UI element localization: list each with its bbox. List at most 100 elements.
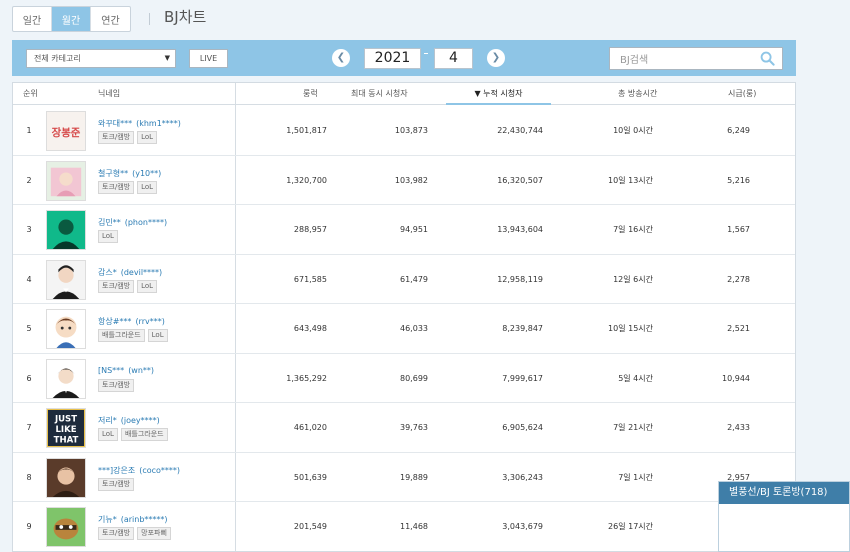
max-viewers: 94,951 xyxy=(400,225,428,234)
category-tag[interactable]: LoL xyxy=(98,230,118,243)
bj-name[interactable]: 항상#*** (rrv***) xyxy=(98,316,165,327)
cumulative-viewers: 7,999,617 xyxy=(502,373,543,383)
cumulative-viewers: 8,239,847 xyxy=(502,324,543,333)
fans-count: 643,498 xyxy=(293,324,327,333)
avatar[interactable]: JUST LIKE THAT xyxy=(46,408,86,448)
cumulative-viewers: 3,043,679 xyxy=(502,522,543,531)
bj-nickname: 감스* xyxy=(98,267,117,277)
category-tags: 토크/캠방 xyxy=(98,477,135,491)
col-fans[interactable]: 룽럭 xyxy=(303,83,318,105)
broadcast-time: 7일 1시간 xyxy=(618,472,653,482)
cumulative-viewers: 6,905,624 xyxy=(502,423,543,432)
category-tag[interactable]: 토크/캠방 xyxy=(98,378,135,392)
avatar[interactable] xyxy=(46,210,86,250)
live-button[interactable]: LIVE xyxy=(189,49,228,68)
fans-count: 461,020 xyxy=(293,423,327,432)
date-separator xyxy=(424,53,428,54)
category-tag[interactable]: 배틀그라운드 xyxy=(98,329,145,342)
rank-number: 2 xyxy=(26,175,32,185)
table-row[interactable]: 6 [NS*** (wn**) 토크/캠방 1,365,292 80,699 7,… xyxy=(13,354,795,403)
hourly-fee: 6,249 xyxy=(727,126,750,135)
year-field[interactable]: 2021 xyxy=(364,48,421,69)
bj-name[interactable]: 감스* (devil****) xyxy=(98,267,162,278)
tab-daily[interactable]: 일간 xyxy=(13,7,52,31)
hourly-fee: 1,567 xyxy=(727,225,750,234)
search-input[interactable] xyxy=(610,50,750,71)
category-tags: 토크/캠방 LoL xyxy=(98,131,158,144)
table-row[interactable]: 1 장봉준 와꾸대*** (khm1****) 토크/캠방 LoL 1,501,8… xyxy=(13,106,795,156)
category-tags: 토크/캠방 xyxy=(98,378,135,392)
category-tag[interactable]: LoL xyxy=(137,180,158,194)
bj-name[interactable]: 김민** (phon****) xyxy=(98,217,167,228)
table-row[interactable]: 5 항상#*** (rrv***) 배틀그라운드 LoL 643,498 46,0… xyxy=(13,304,795,354)
tab-monthly[interactable]: 월간 xyxy=(52,7,91,31)
category-tag[interactable]: 배틀그라운드 xyxy=(120,428,168,441)
tab-yearly[interactable]: 연간 xyxy=(91,7,130,31)
avatar[interactable]: 장봉준 xyxy=(46,111,86,151)
max-viewers: 103,982 xyxy=(394,175,428,185)
category-tags: 토크/캠방 LoL xyxy=(98,180,158,194)
bj-ranking-table: 순위 닉네임 룽럭 최대 동시 시청자 ▼ 누적 시청자 총 방송시간 시급(룽… xyxy=(12,82,796,552)
bj-name[interactable]: [NS*** (wn**) xyxy=(98,366,154,375)
max-viewers: 11,468 xyxy=(400,522,428,531)
table-row[interactable]: 4 감스* (devil****) 토크/캠방 LoL 671,585 61,47… xyxy=(13,255,795,304)
popup-title[interactable]: 별풍선/BJ 토론방(718) xyxy=(719,482,849,504)
category-tag[interactable]: LoL xyxy=(137,279,158,293)
avatar[interactable] xyxy=(46,259,86,300)
category-tag[interactable]: 망포파삐 xyxy=(137,527,171,540)
avatar[interactable] xyxy=(46,309,86,349)
max-viewers: 19,889 xyxy=(400,472,428,482)
fans-count: 1,501,817 xyxy=(286,126,327,135)
category-tag[interactable]: 토크/캠방 xyxy=(98,477,135,491)
avatar[interactable] xyxy=(46,358,86,399)
prev-month-button[interactable]: ❮ xyxy=(332,49,350,67)
hourly-fee: 10,944 xyxy=(722,373,750,383)
col-max-viewers[interactable]: 최대 동시 시청자 xyxy=(351,83,408,105)
category-tag[interactable]: LoL xyxy=(147,329,168,342)
category-tag[interactable]: LoL xyxy=(98,428,118,441)
bj-name[interactable]: 와꾸대*** (khm1****) xyxy=(98,118,181,129)
cumulative-viewers: 22,430,744 xyxy=(497,126,543,135)
col-broadcast-time[interactable]: 총 방송시간 xyxy=(618,83,657,105)
search-icon[interactable] xyxy=(760,51,775,70)
bj-name[interactable]: 기뉴* (arinb*****) xyxy=(98,514,168,525)
cumulative-viewers: 13,943,604 xyxy=(497,225,543,234)
category-tag[interactable]: LoL xyxy=(137,131,158,144)
bj-name[interactable]: ***]강은조 (coco****) xyxy=(98,465,180,476)
col-fee[interactable]: 시급(룽) xyxy=(728,83,756,105)
discussion-popup[interactable]: 별풍선/BJ 토론방(718) xyxy=(718,481,850,552)
bj-id: (arinb*****) xyxy=(120,515,168,524)
cumulative-viewers: 3,306,243 xyxy=(502,472,543,482)
table-row[interactable]: 2 철구형** (y10**) 토크/캠방 LoL 1,320,700 103,9… xyxy=(13,156,795,205)
table-row[interactable]: 9 기뉴* (arinb*****) 토크/캠방 망포파삐 201,549 11,… xyxy=(13,502,795,551)
avatar[interactable] xyxy=(46,160,86,201)
category-select[interactable]: 전체 카테고리 ▼ xyxy=(26,49,176,68)
table-row[interactable]: 7 JUST LIKE THAT 저리* (joey****) LoL 배틀그라운드 … xyxy=(13,403,795,453)
max-viewers: 46,033 xyxy=(400,324,428,333)
rank-number: 9 xyxy=(26,522,32,531)
col-cumulative-viewers[interactable]: ▼ 누적 시청자 xyxy=(446,83,551,105)
broadcast-time: 7일 16시간 xyxy=(613,225,653,234)
next-month-button[interactable]: ❯ xyxy=(487,49,505,67)
chevron-down-icon: ▼ xyxy=(164,54,170,62)
broadcast-time: 7일 21시간 xyxy=(613,423,653,432)
bj-name[interactable]: 철구형** (y10**) xyxy=(98,168,161,179)
category-tag[interactable]: 토크/캠방 xyxy=(98,527,135,540)
table-header: 순위 닉네임 룽럭 최대 동시 시청자 ▼ 누적 시청자 총 방송시간 시급(룽… xyxy=(13,83,795,105)
category-tag[interactable]: 토크/캠방 xyxy=(98,131,135,144)
month-field[interactable]: 4 xyxy=(434,48,473,69)
bj-id: (joey****) xyxy=(120,416,160,425)
bj-id: (wn**) xyxy=(128,365,155,375)
category-tag[interactable]: 토크/캠방 xyxy=(98,279,135,293)
filter-toolbar: 전체 카테고리 ▼ LIVE ❮ 2021 4 ❯ xyxy=(12,40,796,76)
fans-count: 1,365,292 xyxy=(286,373,327,383)
avatar[interactable] xyxy=(46,457,86,498)
broadcast-time: 26일 17시간 xyxy=(608,522,653,531)
hourly-fee: 2,278 xyxy=(727,274,750,284)
table-row[interactable]: 8 ***]강은조 (coco****) 토크/캠방 501,639 19,889… xyxy=(13,453,795,502)
table-row[interactable]: 3 김민** (phon****) LoL 288,957 94,951 13,9… xyxy=(13,205,795,255)
bj-name[interactable]: 저리* (joey****) xyxy=(98,415,160,426)
avatar[interactable] xyxy=(46,507,86,547)
hourly-fee: 2,521 xyxy=(727,324,750,333)
category-tag[interactable]: 토크/캠방 xyxy=(98,180,135,194)
